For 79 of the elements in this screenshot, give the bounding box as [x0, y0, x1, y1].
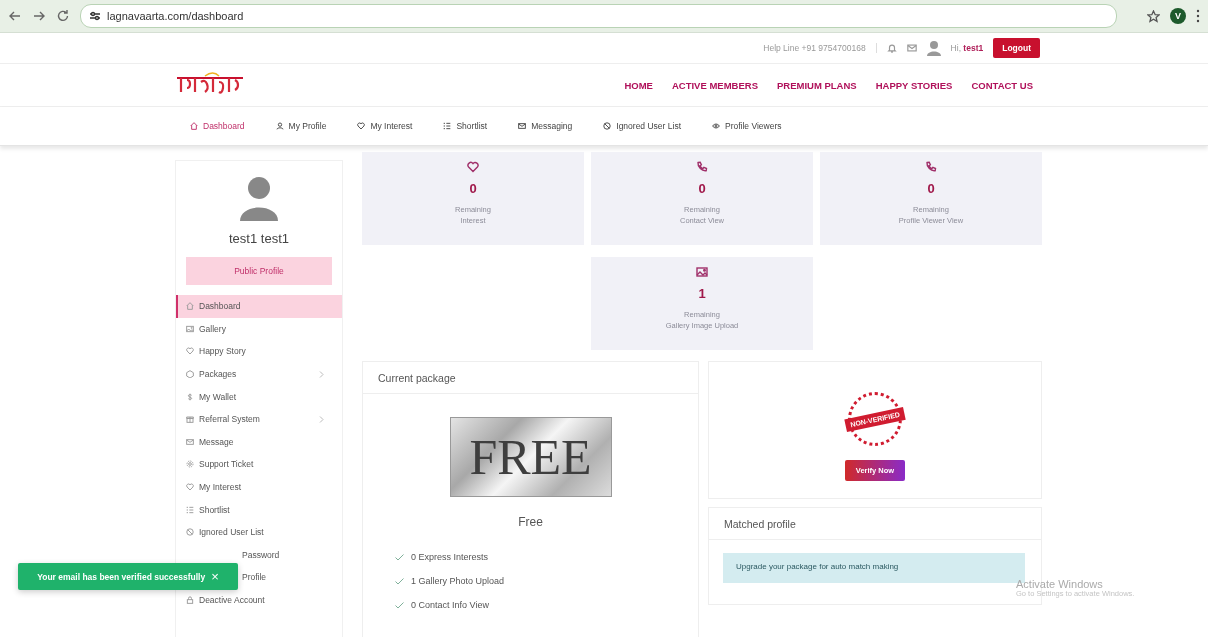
- envelope-icon: [518, 122, 527, 130]
- sidebar-item[interactable]: Referral System: [176, 407, 342, 431]
- home-icon: [190, 122, 198, 130]
- sidebar-item[interactable]: Message: [176, 430, 342, 454]
- helpline-text: Help Line +91 9754700168: [763, 43, 877, 53]
- tab[interactable]: Ignored User List: [603, 121, 681, 131]
- card-title: Matched profile: [709, 508, 1041, 540]
- gift-icon: [186, 415, 194, 424]
- person-icon: [275, 122, 284, 130]
- package-name: Free: [517, 515, 544, 529]
- profile-avatar[interactable]: V: [1170, 8, 1186, 24]
- greeting-text: Hi, test1: [950, 43, 984, 53]
- envelope-icon[interactable]: [906, 43, 917, 53]
- sidebar-item[interactable]: Support Ticket: [176, 453, 342, 476]
- sidebar-item[interactable]: Ignored User List: [176, 520, 342, 544]
- bell-icon[interactable]: [886, 43, 897, 53]
- sidebar-item[interactable]: Gallery: [176, 317, 342, 341]
- nav-link[interactable]: CONTACT US: [971, 79, 1033, 91]
- forward-icon[interactable]: [32, 9, 46, 23]
- nav-link[interactable]: HOME: [624, 79, 653, 91]
- phone-icon: [696, 161, 708, 173]
- avatar-icon: [926, 40, 941, 56]
- sidebar-item[interactable]: My Interest: [176, 475, 342, 499]
- dollar-icon: [186, 392, 194, 401]
- logout-button[interactable]: Logout: [993, 38, 1040, 58]
- lock-icon: [186, 596, 194, 604]
- sidebar-item[interactable]: Shortlist: [176, 498, 342, 521]
- check-icon: [395, 553, 404, 561]
- public-profile-button[interactable]: Public Profile: [186, 257, 332, 285]
- stat-value: 0: [469, 181, 477, 196]
- stat-value: 1: [698, 286, 706, 301]
- sliders-icon[interactable]: [89, 10, 101, 22]
- url-text: lagnavaarta.com/dashboard: [107, 10, 244, 22]
- sidebar-item[interactable]: My Wallet: [176, 385, 342, 408]
- sidebar-item[interactable]: Dashboard: [176, 295, 342, 318]
- list-icon: [443, 122, 452, 130]
- tab[interactable]: My Interest: [357, 121, 413, 131]
- more-icon[interactable]: [1196, 9, 1200, 23]
- tab[interactable]: Messaging: [518, 121, 573, 131]
- list-icon: [186, 505, 194, 514]
- blocked-icon: [186, 528, 194, 537]
- toast-message: Your email has been verified successfully: [37, 571, 206, 582]
- address-bar[interactable]: lagnavaarta.com/dashboard: [80, 4, 1117, 28]
- heart-icon: [357, 122, 366, 130]
- feature-text: 0 Contact Info View: [411, 600, 489, 610]
- heart-icon: [186, 347, 194, 356]
- sidebar-item[interactable]: Happy Story: [176, 340, 342, 363]
- heart-icon: [186, 483, 194, 492]
- stat-value: 0: [698, 181, 706, 196]
- reload-icon[interactable]: [56, 9, 70, 23]
- home-icon: [186, 302, 194, 311]
- sidebar-item[interactable]: Packages: [176, 362, 342, 386]
- nav-link[interactable]: PREMIUM PLANS: [777, 79, 857, 91]
- check-icon: [395, 601, 404, 609]
- check-icon: [395, 577, 404, 585]
- phone-icon: [925, 161, 937, 173]
- feature-text: 1 Gallery Photo Upload: [411, 576, 505, 586]
- tab[interactable]: Shortlist: [443, 121, 488, 131]
- avatar-icon: [238, 175, 280, 221]
- image-icon: [696, 266, 708, 278]
- card-title: Current package: [363, 362, 698, 394]
- sidebar-item[interactable]: Password: [176, 543, 342, 567]
- image-icon: [186, 324, 194, 333]
- tab[interactable]: My Profile: [275, 121, 327, 131]
- nav-link[interactable]: HAPPY STORIES: [875, 79, 953, 91]
- sidebar-item[interactable]: Deactive Account: [176, 588, 342, 612]
- envelope-icon: [186, 437, 194, 446]
- eye-icon: [712, 122, 720, 130]
- package-badge: FREE: [449, 417, 612, 497]
- tab[interactable]: Profile Viewers: [712, 121, 782, 131]
- user-name: test1 test1: [228, 231, 290, 246]
- heart-icon: [467, 161, 479, 173]
- star-icon[interactable]: [1147, 9, 1160, 23]
- back-icon[interactable]: [8, 9, 22, 23]
- stat-value: 0: [927, 181, 935, 196]
- blocked-icon: [603, 122, 612, 130]
- nav-link[interactable]: ACTIVE MEMBERS: [671, 79, 758, 91]
- feature-text: 0 Express Interests: [411, 552, 489, 562]
- tab[interactable]: Dashboard: [190, 121, 245, 131]
